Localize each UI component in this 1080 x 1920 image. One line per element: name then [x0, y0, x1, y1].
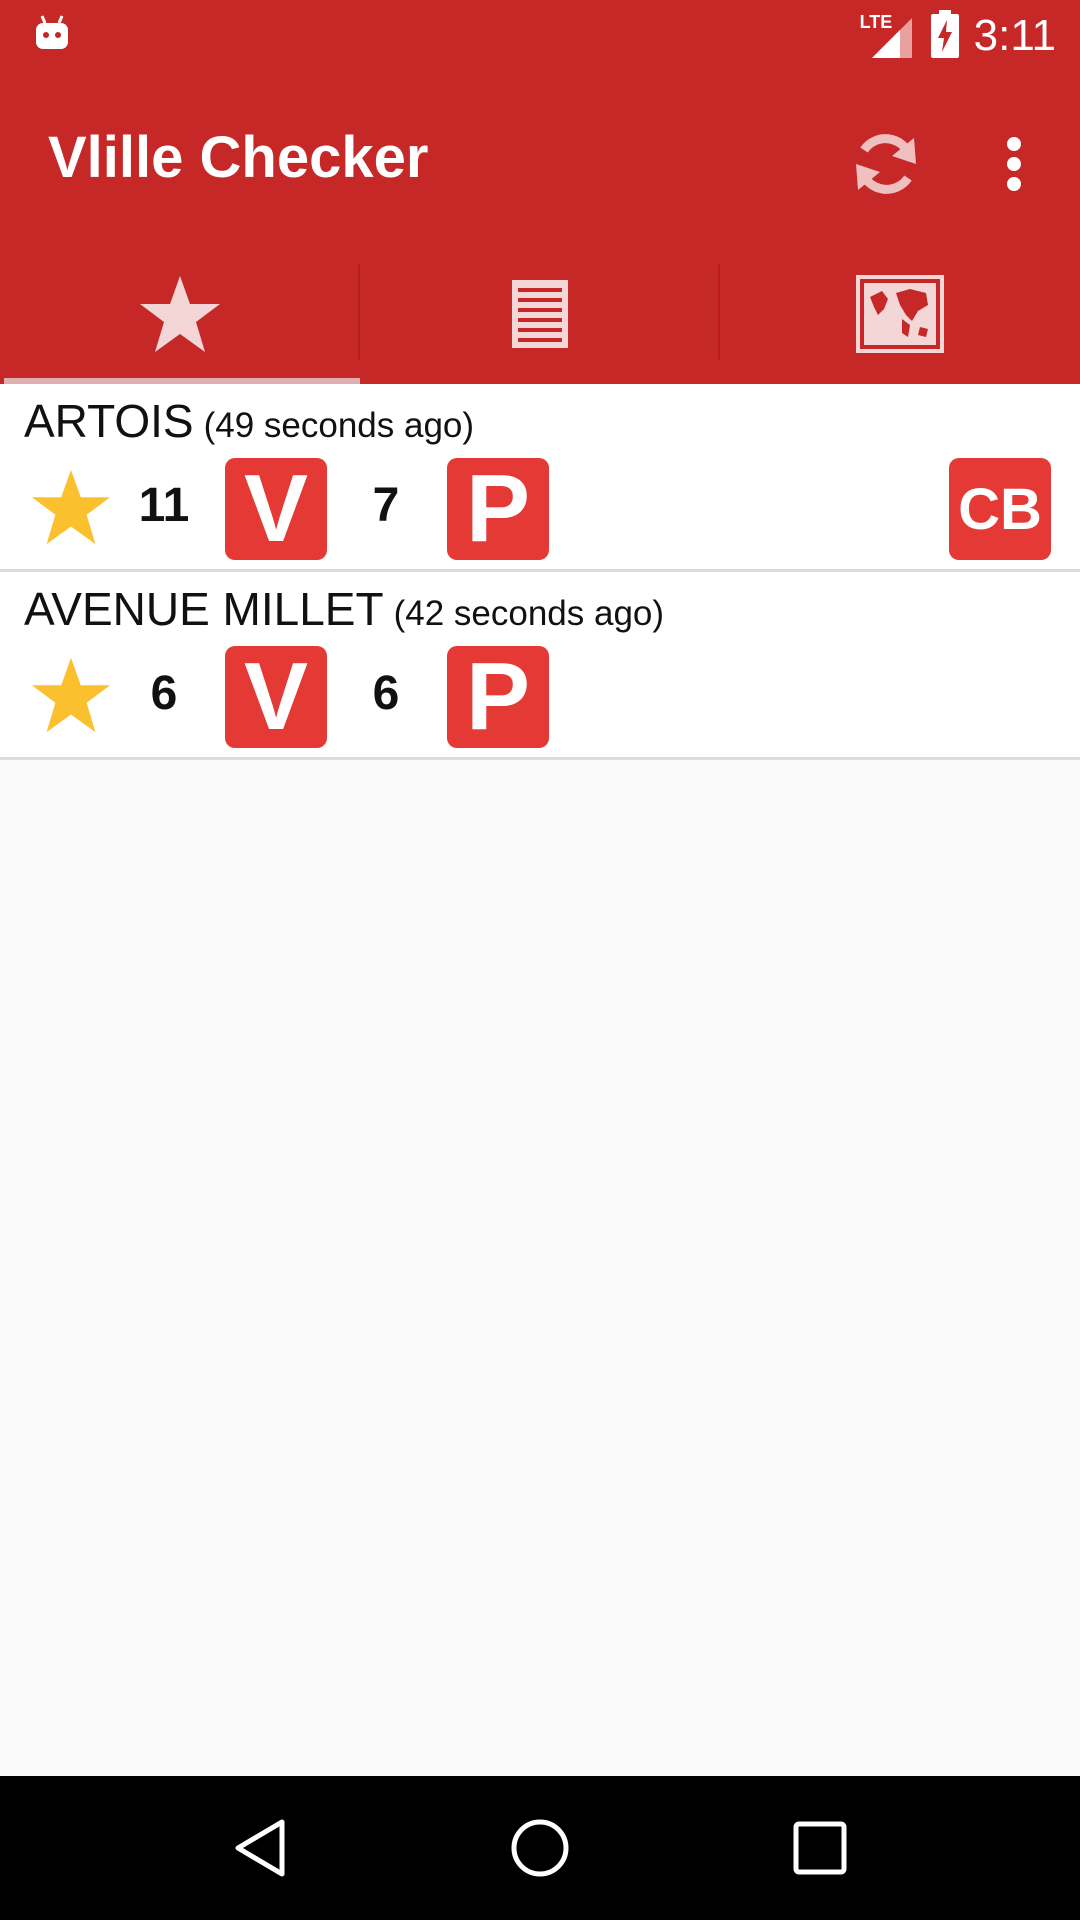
clock: 3:11 [973, 11, 1056, 60]
lte-signal-icon: LTE [860, 12, 916, 60]
tab-bar [0, 244, 1080, 384]
favorite-star-icon[interactable] [30, 466, 112, 548]
system-nav-bar [0, 1776, 1080, 1920]
star-icon [140, 276, 220, 352]
spots-badge: P [447, 643, 549, 750]
tab-favorites[interactable] [0, 244, 360, 384]
bikes-count: 6 [150, 667, 178, 720]
station-age: (42 seconds ago) [393, 594, 665, 633]
battery-charging-icon [930, 9, 960, 63]
app-toolbar: Vlille Checker [0, 72, 1080, 244]
bikes-badge: V [225, 643, 327, 750]
station-name: ARTOIS [24, 395, 194, 447]
back-icon [235, 1819, 285, 1877]
favorite-star-icon[interactable] [30, 654, 112, 736]
home-button[interactable] [490, 1798, 590, 1898]
tab-list[interactable] [360, 244, 720, 384]
bikes-badge: V [225, 455, 327, 562]
station-age: (49 seconds ago) [203, 406, 475, 445]
station-name: AVENUE MILLET [24, 583, 384, 635]
card-payment-badge: CB [949, 458, 1051, 560]
tab-map[interactable] [720, 244, 1080, 384]
app-title: Vlille Checker [48, 125, 429, 190]
spots-badge: P [447, 455, 549, 562]
list-icon [512, 280, 568, 348]
home-icon [511, 1819, 569, 1877]
refresh-icon [856, 134, 916, 194]
spots-count: 7 [372, 479, 400, 532]
map-icon [856, 275, 944, 353]
refresh-button[interactable] [836, 114, 936, 214]
spots-count: 6 [372, 667, 400, 720]
list-item[interactable]: ARTOIS (49 seconds ago) 11 V 7 P CB [0, 384, 1080, 572]
overflow-menu-icon [1007, 137, 1021, 191]
recents-button[interactable] [770, 1798, 870, 1898]
list-item[interactable]: AVENUE MILLET (42 seconds ago) 6 V 6 P [0, 572, 1080, 760]
back-button[interactable] [210, 1798, 310, 1898]
bikes-count: 11 [138, 479, 190, 532]
status-bar: LTE 3:11 [0, 0, 1080, 72]
overflow-menu-button[interactable] [976, 114, 1052, 214]
android-notification-icon [32, 14, 72, 54]
recents-icon [793, 1821, 847, 1875]
station-list: ARTOIS (49 seconds ago) 11 V 7 P CB AVENU… [0, 384, 1080, 760]
